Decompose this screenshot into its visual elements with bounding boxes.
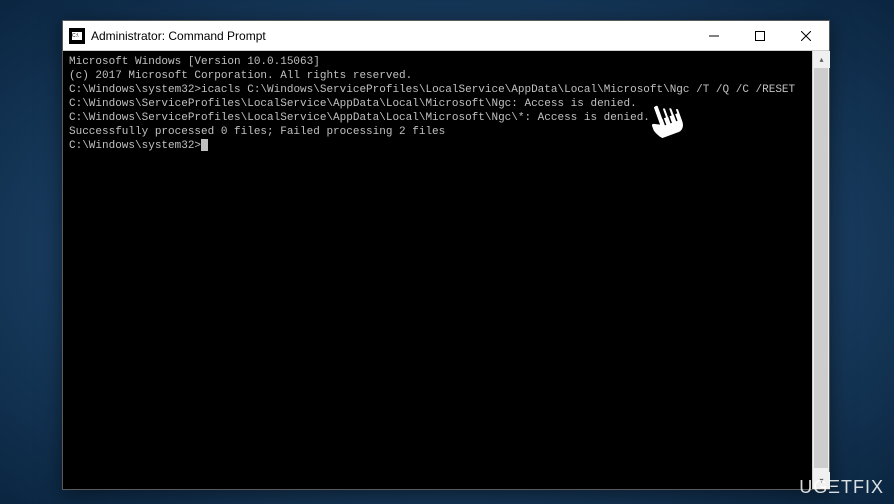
output-line: C:\Windows\ServiceProfiles\LocalService\… bbox=[69, 111, 823, 125]
command-text: icacls C:\Windows\ServiceProfiles\LocalS… bbox=[201, 83, 795, 97]
vertical-scrollbar[interactable]: ▴ ▾ bbox=[812, 51, 829, 489]
cmd-icon bbox=[69, 28, 85, 44]
title-bar[interactable]: Administrator: Command Prompt bbox=[63, 21, 829, 51]
watermark-text: UGΞTFIX bbox=[799, 477, 884, 498]
window-controls bbox=[691, 21, 829, 50]
console-copyright-line: (c) 2017 Microsoft Corporation. All righ… bbox=[69, 69, 823, 83]
prompt-line: C:\Windows\system32>icacls C:\Windows\Se… bbox=[69, 83, 823, 97]
console-output[interactable]: Microsoft Windows [Version 10.0.15063] (… bbox=[63, 51, 829, 489]
output-line: C:\Windows\ServiceProfiles\LocalService\… bbox=[69, 97, 823, 111]
cursor bbox=[201, 139, 208, 151]
pointing-hand-cursor-icon bbox=[640, 96, 696, 149]
maximize-button[interactable] bbox=[737, 21, 783, 51]
scroll-thumb[interactable] bbox=[814, 68, 828, 468]
minimize-button[interactable] bbox=[691, 21, 737, 51]
command-prompt-window: Administrator: Command Prompt Microsoft … bbox=[62, 20, 830, 490]
prompt-line: C:\Windows\system32> bbox=[69, 139, 823, 153]
window-title: Administrator: Command Prompt bbox=[91, 29, 691, 43]
prompt-path: C:\Windows\system32> bbox=[69, 83, 201, 97]
console-header-line: Microsoft Windows [Version 10.0.15063] bbox=[69, 55, 823, 69]
scroll-up-arrow-icon[interactable]: ▴ bbox=[813, 51, 830, 68]
prompt-path: C:\Windows\system32> bbox=[69, 139, 201, 153]
output-line: Successfully processed 0 files; Failed p… bbox=[69, 125, 823, 139]
close-button[interactable] bbox=[783, 21, 829, 51]
